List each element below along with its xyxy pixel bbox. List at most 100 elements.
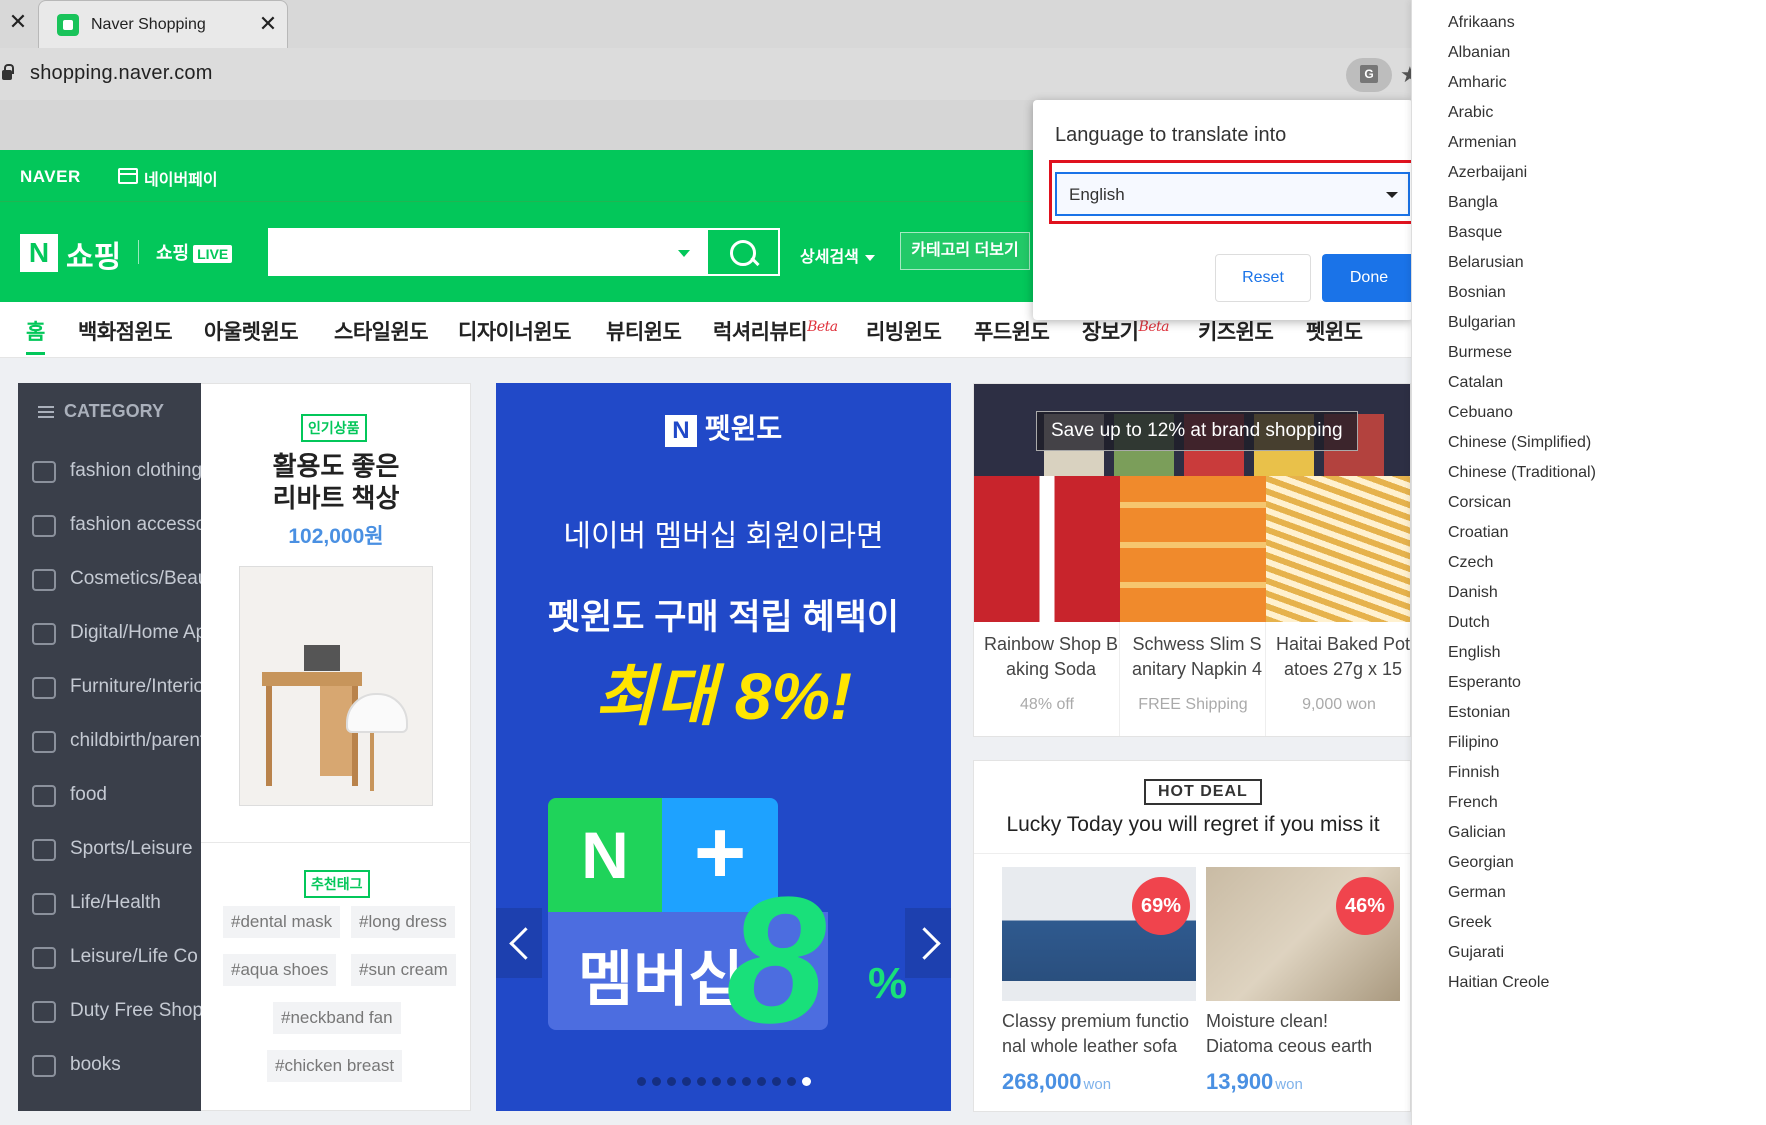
language-option[interactable]: Azerbaijani bbox=[1448, 164, 1527, 182]
language-option[interactable]: Corsican bbox=[1448, 494, 1511, 512]
language-option[interactable]: Arabic bbox=[1448, 104, 1493, 122]
naver-logo[interactable]: NAVER bbox=[20, 167, 81, 187]
tab-living[interactable]: 리빙윈도 bbox=[866, 316, 942, 346]
language-option[interactable]: French bbox=[1448, 794, 1498, 812]
language-option[interactable]: Chinese (Traditional) bbox=[1448, 464, 1596, 482]
language-option[interactable]: Esperanto bbox=[1448, 674, 1521, 692]
search-dropdown-icon[interactable] bbox=[678, 250, 690, 257]
slide-dot[interactable] bbox=[636, 1077, 646, 1086]
language-option[interactable]: Estonian bbox=[1448, 704, 1510, 722]
desk-image[interactable] bbox=[239, 566, 433, 806]
slide-dot[interactable] bbox=[786, 1077, 796, 1086]
tab-kids[interactable]: 키즈윈도 bbox=[1198, 316, 1274, 346]
category-item[interactable]: fashion accesso bbox=[32, 511, 201, 541]
tab-pet[interactable]: 펫윈도 bbox=[1306, 316, 1363, 346]
slide-dot[interactable] bbox=[681, 1077, 691, 1086]
deal-item[interactable]: 46% Moisture clean! Diatoma ceous earth … bbox=[1206, 867, 1400, 1107]
language-option[interactable]: Croatian bbox=[1448, 524, 1508, 542]
language-option[interactable]: Catalan bbox=[1448, 374, 1503, 392]
search-button[interactable] bbox=[708, 228, 780, 276]
shopping-title[interactable]: 쇼핑 bbox=[66, 232, 121, 276]
language-option[interactable]: Greek bbox=[1448, 914, 1492, 932]
next-slide-icon[interactable] bbox=[905, 908, 951, 978]
slide-dot[interactable] bbox=[741, 1077, 751, 1086]
category-item[interactable]: Life/Health bbox=[32, 889, 201, 919]
language-option[interactable]: Bangla bbox=[1448, 194, 1498, 212]
tab-luxury-beauty[interactable]: 럭셔리뷰티Beta bbox=[713, 316, 838, 346]
language-option[interactable]: Gujarati bbox=[1448, 944, 1504, 962]
prev-slide-icon[interactable] bbox=[496, 908, 542, 978]
language-option[interactable]: Filipino bbox=[1448, 734, 1499, 752]
shopping-live-link[interactable]: 쇼핑 LIVE bbox=[156, 239, 233, 265]
tab-grocery[interactable]: 장보기Beta bbox=[1082, 316, 1170, 346]
language-option[interactable]: Armenian bbox=[1448, 134, 1516, 152]
hashtag[interactable]: #dental mask bbox=[223, 906, 341, 938]
language-option[interactable]: Chinese (Simplified) bbox=[1448, 434, 1591, 452]
pet-window-banner[interactable]: N 펫윈도 네이버 멤버십 회원이라면 펫윈도 구매 적립 혜택이 최대 8%! … bbox=[496, 383, 951, 1111]
detail-search-button[interactable]: 상세검색 bbox=[800, 243, 875, 267]
language-option[interactable]: English bbox=[1448, 644, 1500, 662]
slide-dot[interactable] bbox=[771, 1077, 781, 1086]
language-option[interactable]: German bbox=[1448, 884, 1506, 902]
url-field[interactable]: shopping.naver.com bbox=[30, 62, 213, 85]
language-option[interactable]: Czech bbox=[1448, 554, 1493, 572]
category-item[interactable]: Sports/Leisure bbox=[32, 835, 201, 865]
slide-dot[interactable] bbox=[726, 1077, 736, 1086]
slide-dot[interactable] bbox=[711, 1077, 721, 1086]
brand-product[interactable]: Schwess Slim S anitary Napkin 4 FREE Shi… bbox=[1120, 476, 1266, 736]
popular-product-card[interactable]: 인기상품 활용도 좋은 리바트 책상 102,000원 추천태그 #dental … bbox=[201, 383, 471, 1111]
language-select[interactable]: English bbox=[1055, 172, 1410, 216]
n-logo-icon[interactable]: N bbox=[20, 234, 58, 272]
brand-strip[interactable]: Save up to 12% at brand shopping bbox=[974, 384, 1410, 476]
category-item[interactable]: childbirth/parent bbox=[32, 727, 201, 757]
language-option[interactable]: Danish bbox=[1448, 584, 1498, 602]
category-item[interactable]: food bbox=[32, 781, 201, 811]
category-item[interactable]: fashion clothing bbox=[32, 457, 201, 487]
lock-icon[interactable] bbox=[2, 64, 14, 82]
brand-product[interactable]: Rainbow Shop B aking Soda 48% off bbox=[974, 476, 1120, 736]
language-option[interactable]: Basque bbox=[1448, 224, 1502, 242]
language-option[interactable]: Dutch bbox=[1448, 614, 1490, 632]
category-item[interactable]: books bbox=[32, 1051, 201, 1081]
category-item[interactable]: Furniture/Interior bbox=[32, 673, 201, 703]
category-heading[interactable]: CATEGORY bbox=[38, 401, 164, 422]
category-item[interactable]: Digital/Home Ap bbox=[32, 619, 201, 649]
language-option[interactable]: Belarusian bbox=[1448, 254, 1524, 272]
language-option[interactable]: Bulgarian bbox=[1448, 314, 1516, 332]
hashtag[interactable]: #chicken breast bbox=[267, 1050, 403, 1082]
tab-food[interactable]: 푸드윈도 bbox=[974, 316, 1050, 346]
slide-dot[interactable] bbox=[666, 1077, 676, 1086]
tab-beauty[interactable]: 뷰티윈도 bbox=[606, 316, 682, 346]
language-option[interactable]: Afrikaans bbox=[1448, 14, 1515, 32]
category-item[interactable]: Leisure/Life Co bbox=[32, 943, 201, 973]
hashtag[interactable]: #long dress bbox=[351, 906, 455, 938]
slide-dot[interactable] bbox=[651, 1077, 661, 1086]
language-option[interactable]: Albanian bbox=[1448, 44, 1510, 62]
language-option[interactable]: Cebuano bbox=[1448, 404, 1513, 422]
brand-product[interactable]: Haitai Baked Pot atoes 27g x 15 9,000 wo… bbox=[1266, 476, 1410, 736]
language-option[interactable]: Burmese bbox=[1448, 344, 1512, 362]
slide-dot[interactable] bbox=[801, 1077, 811, 1086]
language-option[interactable]: Bosnian bbox=[1448, 284, 1506, 302]
tab-designer[interactable]: 디자이너윈도 bbox=[458, 316, 571, 346]
tab-outlet[interactable]: 아울렛윈도 bbox=[204, 316, 299, 346]
search-input[interactable] bbox=[268, 228, 708, 276]
category-more-button[interactable]: 카테고리 더보기 bbox=[900, 232, 1030, 270]
browser-tab[interactable]: Naver Shopping ✕ bbox=[38, 0, 288, 50]
tab-home[interactable]: 홈 bbox=[26, 316, 45, 355]
hashtag[interactable]: #sun cream bbox=[351, 954, 456, 986]
reset-button[interactable]: Reset bbox=[1215, 254, 1311, 302]
category-item[interactable]: Duty Free Shop bbox=[32, 997, 201, 1027]
category-item[interactable]: Cosmetics/Beau bbox=[32, 565, 201, 595]
deal-item[interactable]: 69% Classy premium functio nal whole lea… bbox=[1002, 867, 1196, 1107]
tab-style[interactable]: 스타일윈도 bbox=[334, 316, 429, 346]
language-option[interactable]: Haitian Creole bbox=[1448, 974, 1549, 992]
tab-close-icon[interactable]: ✕ bbox=[255, 11, 281, 37]
language-option[interactable]: Galician bbox=[1448, 824, 1506, 842]
hashtag[interactable]: #aqua shoes bbox=[223, 954, 337, 986]
hashtag[interactable]: #neckband fan bbox=[273, 1002, 401, 1034]
language-option[interactable]: Finnish bbox=[1448, 764, 1500, 782]
naver-pay-link[interactable]: 네이버페이 bbox=[144, 166, 218, 190]
slide-dot[interactable] bbox=[696, 1077, 706, 1086]
language-option[interactable]: Amharic bbox=[1448, 74, 1507, 92]
